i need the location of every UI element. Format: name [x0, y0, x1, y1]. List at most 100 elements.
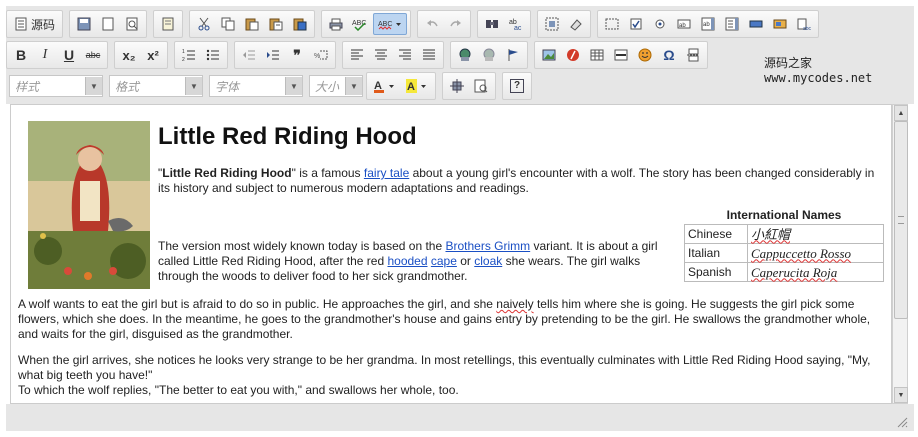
table-row: Chinese 小紅帽: [684, 224, 884, 244]
templates-button[interactable]: [157, 13, 179, 35]
align-right-button[interactable]: [394, 44, 416, 66]
align-left-icon: [350, 48, 364, 62]
link-button[interactable]: [454, 44, 476, 66]
editor-status-bar: [6, 404, 914, 431]
editor-content-area[interactable]: Little Red Riding Hood "Little Red Ridin…: [10, 104, 892, 404]
subscript-button[interactable]: x₂: [118, 44, 140, 66]
underline-button[interactable]: U: [58, 44, 80, 66]
size-combo[interactable]: 大小 ▼: [309, 75, 363, 97]
preview-button[interactable]: [121, 13, 143, 35]
resize-handle-icon[interactable]: [896, 415, 908, 428]
toolbar-group-align: [342, 41, 444, 69]
paragraph-arrival: When the girl arrives, she notices he lo…: [18, 353, 871, 382]
redo-button[interactable]: [445, 13, 467, 35]
toolbar-group-find: ab ac: [477, 10, 532, 38]
checkbox-button[interactable]: [625, 13, 647, 35]
image-button[interactable]: [538, 44, 560, 66]
link-hooded[interactable]: hooded: [387, 254, 427, 268]
blockquote-button[interactable]: ❞: [286, 44, 308, 66]
background-color-button[interactable]: A: [402, 75, 432, 97]
indent-button[interactable]: [262, 44, 284, 66]
button-field-button[interactable]: [745, 13, 767, 35]
font-combo[interactable]: 字体 ▼: [209, 75, 303, 97]
page-break-button[interactable]: [682, 44, 704, 66]
style-combo-label: 样式: [15, 79, 40, 94]
paste-word-button[interactable]: [289, 13, 311, 35]
save-button[interactable]: [73, 13, 95, 35]
align-left-button[interactable]: [346, 44, 368, 66]
about-button[interactable]: ?: [506, 75, 528, 97]
image-button-icon: [773, 17, 787, 31]
copy-button[interactable]: [217, 13, 239, 35]
paste-button[interactable]: [241, 13, 263, 35]
link-cloak[interactable]: cloak: [474, 254, 502, 268]
anchor-button[interactable]: [502, 44, 524, 66]
new-page-button[interactable]: [97, 13, 119, 35]
select-field-button[interactable]: [721, 13, 743, 35]
form-button[interactable]: [601, 13, 623, 35]
spellcheck-as-you-type-button[interactable]: ABC: [373, 13, 408, 35]
smiley-icon: [638, 48, 652, 62]
create-div-button[interactable]: %: [310, 44, 332, 66]
spellcheck-button[interactable]: ABC: [349, 13, 371, 35]
select-all-button[interactable]: [541, 13, 563, 35]
svg-text:ac: ac: [514, 25, 522, 31]
toolbar-group-select: [537, 10, 592, 38]
link-brothers-grimm[interactable]: Brothers Grimm: [445, 239, 530, 253]
undo-button[interactable]: [421, 13, 443, 35]
maximize-button[interactable]: [446, 75, 468, 97]
textarea-button[interactable]: ab: [697, 13, 719, 35]
version-text-1: The version most widely known today is b…: [158, 239, 446, 253]
remove-format-button[interactable]: [565, 13, 587, 35]
scrollbar-thumb[interactable]: [894, 121, 908, 319]
toolbar-group-tools: [442, 72, 496, 100]
print-button[interactable]: [325, 13, 347, 35]
toolbar-group-history: [417, 10, 472, 38]
toolbar-group-source: 源码: [6, 10, 64, 38]
superscript-button-label: x²: [147, 47, 159, 63]
superscript-button[interactable]: x²: [142, 44, 164, 66]
svg-text:ab: ab: [703, 22, 710, 28]
image-icon: [542, 48, 556, 62]
toolbar-row-1: 源码 ABC ABC ab ac ab ab abc: [6, 10, 825, 38]
cut-button[interactable]: [193, 13, 215, 35]
toolbar-row-2: B I U abc x₂ x² 12 ❞ % Ω: [6, 41, 714, 69]
indent-icon: [266, 48, 280, 62]
numbered-list-button[interactable]: 12: [178, 44, 200, 66]
smiley-button[interactable]: [634, 44, 656, 66]
bulleted-list-button[interactable]: [202, 44, 224, 66]
link-cape[interactable]: cape: [431, 254, 457, 268]
radio-button[interactable]: [649, 13, 671, 35]
find-button[interactable]: [481, 13, 503, 35]
image-button-button[interactable]: [769, 13, 791, 35]
strikethrough-button[interactable]: abc: [82, 44, 104, 66]
flash-button[interactable]: [562, 44, 584, 66]
textfield-button[interactable]: ab: [673, 13, 695, 35]
align-justify-button[interactable]: [418, 44, 440, 66]
hidden-field-button[interactable]: abc: [793, 13, 815, 35]
paste-text-button[interactable]: [265, 13, 287, 35]
replace-button[interactable]: ab ac: [505, 13, 527, 35]
scroll-down-icon[interactable]: ▼: [894, 387, 908, 403]
vertical-scrollbar[interactable]: ▲ ▼: [892, 104, 908, 404]
source-button[interactable]: 源码: [10, 13, 59, 35]
italic-button[interactable]: I: [34, 44, 56, 66]
horizontal-rule-button[interactable]: [610, 44, 632, 66]
align-center-button[interactable]: [370, 44, 392, 66]
scroll-up-icon[interactable]: ▲: [894, 105, 908, 121]
format-combo[interactable]: 格式 ▼: [109, 75, 203, 97]
chevron-down-icon: ▼: [345, 77, 362, 95]
outdent-button[interactable]: [238, 44, 260, 66]
unlink-button[interactable]: [478, 44, 500, 66]
text-color-button[interactable]: A: [370, 75, 400, 97]
svg-text:%: %: [314, 53, 320, 60]
bold-button[interactable]: B: [10, 44, 32, 66]
help-icon: ?: [510, 79, 524, 93]
paste-icon: [245, 17, 259, 31]
style-combo[interactable]: 样式 ▼: [9, 75, 103, 97]
link-fairy-tale[interactable]: fairy tale: [364, 166, 409, 180]
special-char-button[interactable]: Ω: [658, 44, 680, 66]
table-button[interactable]: [586, 44, 608, 66]
show-blocks-button[interactable]: [470, 75, 492, 97]
toolbar-group-about: ?: [502, 72, 532, 100]
